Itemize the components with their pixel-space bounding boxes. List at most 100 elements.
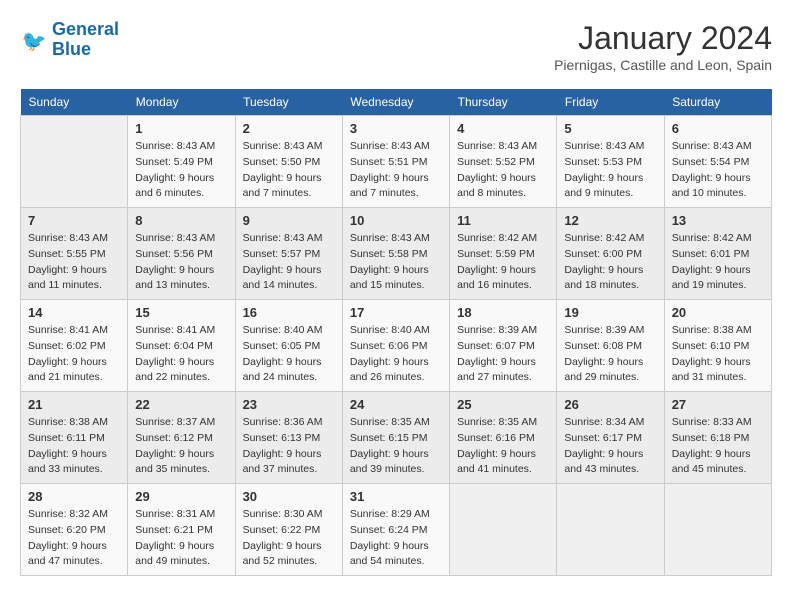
day-info: Sunrise: 8:34 AMSunset: 6:17 PMDaylight:… (564, 415, 656, 478)
day-number: 24 (350, 397, 442, 412)
calendar-cell: 7 Sunrise: 8:43 AMSunset: 5:55 PMDaylight… (21, 208, 128, 300)
header-wednesday: Wednesday (342, 89, 449, 116)
logo: 🐦 General Blue (20, 20, 119, 60)
day-number: 31 (350, 489, 442, 504)
calendar-cell (450, 484, 557, 576)
day-number: 1 (135, 121, 227, 136)
logo-text: General Blue (52, 20, 119, 60)
day-number: 17 (350, 305, 442, 320)
page-header: 🐦 General Blue January 2024 Piernigas, C… (20, 20, 772, 73)
calendar-cell: 19Sunrise: 8:39 AMSunset: 6:08 PMDayligh… (557, 300, 664, 392)
day-info: Sunrise: 8:38 AMSunset: 6:10 PMDaylight:… (672, 323, 764, 386)
calendar-cell (557, 484, 664, 576)
calendar-week-row: 1 Sunrise: 8:43 AMSunset: 5:49 PMDaylight… (21, 116, 772, 208)
calendar-cell: 29Sunrise: 8:31 AMSunset: 6:21 PMDayligh… (128, 484, 235, 576)
day-info: Sunrise: 8:33 AMSunset: 6:18 PMDaylight:… (672, 415, 764, 478)
header-thursday: Thursday (450, 89, 557, 116)
day-number: 21 (28, 397, 120, 412)
calendar-cell: 11 Sunrise: 8:42 AMSunset: 5:59 PMDayligh… (450, 208, 557, 300)
day-number: 7 (28, 213, 120, 228)
calendar-cell: 2Sunrise: 8:43 AMSunset: 5:50 PMDaylight… (235, 116, 342, 208)
calendar-cell: 28Sunrise: 8:32 AMSunset: 6:20 PMDayligh… (21, 484, 128, 576)
calendar-cell: 23 Sunrise: 8:36 AMSunset: 6:13 PMDayligh… (235, 392, 342, 484)
day-info: Sunrise: 8:42 AMSunset: 6:01 PMDaylight:… (672, 231, 764, 294)
day-number: 15 (135, 305, 227, 320)
day-info: Sunrise: 8:43 AMSunset: 5:52 PMDaylight:… (457, 139, 549, 202)
calendar-cell: 9 Sunrise: 8:43 AMSunset: 5:57 PMDaylight… (235, 208, 342, 300)
header-saturday: Saturday (664, 89, 771, 116)
subtitle: Piernigas, Castille and Leon, Spain (554, 57, 772, 73)
day-info: Sunrise: 8:41 AMSunset: 6:02 PMDaylight:… (28, 323, 120, 386)
calendar-cell: 17 Sunrise: 8:40 AMSunset: 6:06 PMDayligh… (342, 300, 449, 392)
day-info: Sunrise: 8:29 AMSunset: 6:24 PMDaylight:… (350, 507, 442, 570)
calendar-week-row: 14 Sunrise: 8:41 AMSunset: 6:02 PMDayligh… (21, 300, 772, 392)
day-info: Sunrise: 8:30 AMSunset: 6:22 PMDaylight:… (243, 507, 335, 570)
calendar-cell: 26 Sunrise: 8:34 AMSunset: 6:17 PMDayligh… (557, 392, 664, 484)
day-info: Sunrise: 8:37 AMSunset: 6:12 PMDaylight:… (135, 415, 227, 478)
calendar-cell: 16 Sunrise: 8:40 AMSunset: 6:05 PMDayligh… (235, 300, 342, 392)
day-number: 12 (564, 213, 656, 228)
calendar-cell: 30 Sunrise: 8:30 AMSunset: 6:22 PMDayligh… (235, 484, 342, 576)
calendar-cell: 5 Sunrise: 8:43 AMSunset: 5:53 PMDaylight… (557, 116, 664, 208)
day-info: Sunrise: 8:40 AMSunset: 6:05 PMDaylight:… (243, 323, 335, 386)
day-info: Sunrise: 8:43 AMSunset: 5:53 PMDaylight:… (564, 139, 656, 202)
day-info: Sunrise: 8:43 AMSunset: 5:54 PMDaylight:… (672, 139, 764, 202)
day-number: 10 (350, 213, 442, 228)
calendar-cell (664, 484, 771, 576)
calendar-cell (21, 116, 128, 208)
calendar-cell: 21Sunrise: 8:38 AMSunset: 6:11 PMDayligh… (21, 392, 128, 484)
calendar-cell: 8 Sunrise: 8:43 AMSunset: 5:56 PMDaylight… (128, 208, 235, 300)
svg-text:🐦: 🐦 (22, 31, 47, 53)
calendar-header-row: SundayMondayTuesdayWednesdayThursdayFrid… (21, 89, 772, 116)
day-info: Sunrise: 8:40 AMSunset: 6:06 PMDaylight:… (350, 323, 442, 386)
day-info: Sunrise: 8:36 AMSunset: 6:13 PMDaylight:… (243, 415, 335, 478)
day-number: 16 (243, 305, 335, 320)
day-number: 27 (672, 397, 764, 412)
day-info: Sunrise: 8:43 AMSunset: 5:55 PMDaylight:… (28, 231, 120, 294)
day-number: 23 (243, 397, 335, 412)
day-info: Sunrise: 8:39 AMSunset: 6:07 PMDaylight:… (457, 323, 549, 386)
day-number: 11 (457, 213, 549, 228)
header-friday: Friday (557, 89, 664, 116)
day-number: 13 (672, 213, 764, 228)
day-number: 26 (564, 397, 656, 412)
day-number: 5 (564, 121, 656, 136)
day-info: Sunrise: 8:41 AMSunset: 6:04 PMDaylight:… (135, 323, 227, 386)
calendar-cell: 12 Sunrise: 8:42 AMSunset: 6:00 PMDayligh… (557, 208, 664, 300)
day-info: Sunrise: 8:42 AMSunset: 6:00 PMDaylight:… (564, 231, 656, 294)
day-number: 3 (350, 121, 442, 136)
day-info: Sunrise: 8:39 AMSunset: 6:08 PMDaylight:… (564, 323, 656, 386)
day-number: 22 (135, 397, 227, 412)
main-title: January 2024 (554, 20, 772, 57)
calendar-cell: 22 Sunrise: 8:37 AMSunset: 6:12 PMDayligh… (128, 392, 235, 484)
calendar-week-row: 7 Sunrise: 8:43 AMSunset: 5:55 PMDaylight… (21, 208, 772, 300)
day-number: 9 (243, 213, 335, 228)
title-block: January 2024 Piernigas, Castille and Leo… (554, 20, 772, 73)
calendar-week-row: 28Sunrise: 8:32 AMSunset: 6:20 PMDayligh… (21, 484, 772, 576)
day-number: 14 (28, 305, 120, 320)
header-tuesday: Tuesday (235, 89, 342, 116)
day-info: Sunrise: 8:43 AMSunset: 5:49 PMDaylight:… (135, 139, 227, 202)
calendar-cell: 25Sunrise: 8:35 AMSunset: 6:16 PMDayligh… (450, 392, 557, 484)
header-monday: Monday (128, 89, 235, 116)
day-number: 6 (672, 121, 764, 136)
calendar-cell: 31 Sunrise: 8:29 AMSunset: 6:24 PMDayligh… (342, 484, 449, 576)
day-info: Sunrise: 8:43 AMSunset: 5:57 PMDaylight:… (243, 231, 335, 294)
calendar-cell: 18 Sunrise: 8:39 AMSunset: 6:07 PMDayligh… (450, 300, 557, 392)
calendar-week-row: 21Sunrise: 8:38 AMSunset: 6:11 PMDayligh… (21, 392, 772, 484)
day-number: 8 (135, 213, 227, 228)
calendar-cell: 4Sunrise: 8:43 AMSunset: 5:52 PMDaylight… (450, 116, 557, 208)
calendar-cell: 14 Sunrise: 8:41 AMSunset: 6:02 PMDayligh… (21, 300, 128, 392)
day-number: 30 (243, 489, 335, 504)
calendar-cell: 27 Sunrise: 8:33 AMSunset: 6:18 PMDayligh… (664, 392, 771, 484)
day-number: 2 (243, 121, 335, 136)
calendar-cell: 1 Sunrise: 8:43 AMSunset: 5:49 PMDaylight… (128, 116, 235, 208)
day-info: Sunrise: 8:42 AMSunset: 5:59 PMDaylight:… (457, 231, 549, 294)
day-number: 25 (457, 397, 549, 412)
calendar-cell: 24Sunrise: 8:35 AMSunset: 6:15 PMDayligh… (342, 392, 449, 484)
day-info: Sunrise: 8:43 AMSunset: 5:56 PMDaylight:… (135, 231, 227, 294)
calendar-cell: 20Sunrise: 8:38 AMSunset: 6:10 PMDayligh… (664, 300, 771, 392)
calendar-cell: 13 Sunrise: 8:42 AMSunset: 6:01 PMDayligh… (664, 208, 771, 300)
day-info: Sunrise: 8:32 AMSunset: 6:20 PMDaylight:… (28, 507, 120, 570)
day-number: 18 (457, 305, 549, 320)
